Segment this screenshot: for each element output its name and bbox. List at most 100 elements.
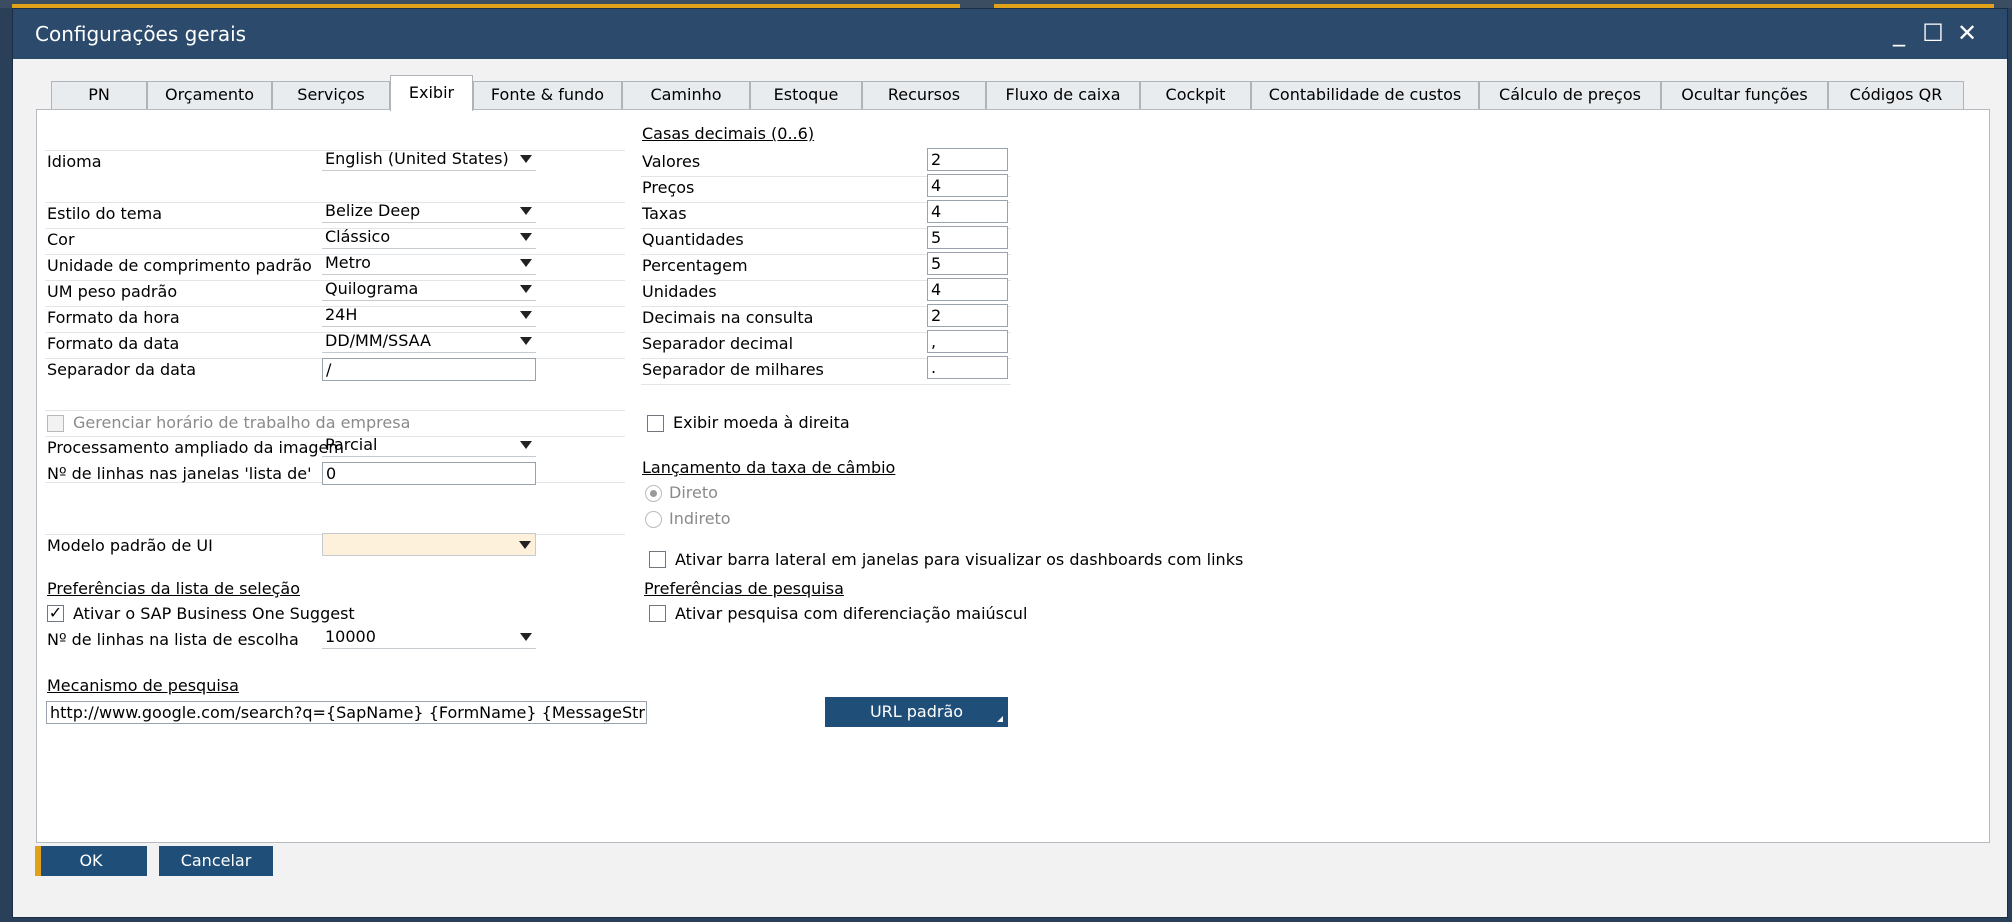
diferenciacao-checkbox[interactable] [649,605,666,622]
casas-decimais-heading: Casas decimais (0..6) [642,124,815,143]
decimal-quantidades-label: Quantidades [642,230,744,249]
formato-data-value: DD/MM/SSAA [325,331,431,350]
decimal-unidades-field[interactable]: 4 [927,278,1008,301]
tab-pn[interactable]: PN [51,81,147,109]
display-tab-panel: Idioma English (United States) Estilo do… [36,109,1990,843]
tab-recursos[interactable]: Recursos [862,81,986,109]
linhas-lista-escolha-select[interactable]: 10000 [322,626,536,649]
separador-decimal-field[interactable]: , [927,330,1008,353]
estilo-tema-select[interactable]: Belize Deep [322,200,536,223]
tab-fonte-fundo[interactable]: Fonte & fundo [473,81,622,109]
chevron-down-icon [520,441,532,449]
background-window-strip [0,0,2012,8]
chevron-down-icon [520,311,532,319]
general-settings-window: Configurações gerais _ ☐ ✕ PN Orçamento … [12,8,2008,918]
decimal-valores-label: Valores [642,152,701,171]
cor-select[interactable]: Clássico [322,226,536,249]
separador-milhares-label: Separador de milhares [642,360,824,379]
decimal-precos-field[interactable]: 4 [927,174,1008,197]
chevron-down-icon [520,633,532,641]
formato-data-label: Formato da data [47,334,180,353]
tab-codigos-qr[interactable]: Códigos QR [1828,81,1964,109]
decimal-percentagem-field[interactable]: 5 [927,252,1008,275]
preferencias-selecao-heading: Preferências da lista de seleção [47,579,300,598]
default-url-button[interactable]: URL padrão [825,697,1008,727]
barra-lateral-label: Ativar barra lateral em janelas para vis… [675,550,1244,569]
tab-calculo-precos[interactable]: Cálculo de preços [1479,81,1661,109]
um-peso-value: Quilograma [325,279,419,298]
cor-label: Cor [47,230,75,249]
modelo-ui-label: Modelo padrão de UI [47,536,213,555]
linhas-lista-escolha-value: 10000 [325,627,376,646]
separador-decimal-label: Separador decimal [642,334,794,353]
decimal-unidades-label: Unidades [642,282,717,301]
linhas-lista-de-field[interactable]: 0 [322,462,536,485]
cancel-button[interactable]: Cancelar [159,846,273,876]
decimal-quantidades-field[interactable]: 5 [927,226,1008,249]
um-peso-label: UM peso padrão [47,282,178,301]
ok-button[interactable]: OK [35,846,147,876]
formato-data-select[interactable]: DD/MM/SSAA [322,330,536,353]
chevron-down-icon [520,207,532,215]
gerenciar-horario-label: Gerenciar horário de trabalho da empresa [73,413,411,432]
ativar-suggest-checkbox[interactable]: ✓ [47,605,64,622]
exibir-moeda-label: Exibir moeda à direita [673,413,850,432]
formato-hora-value: 24H [325,305,358,324]
diferenciacao-label: Ativar pesquisa com diferenciação maiúsc… [675,604,1028,623]
tab-contabilidade-custos[interactable]: Contabilidade de custos [1251,81,1479,109]
chevron-down-icon [520,285,532,293]
row-divider [641,384,1011,385]
decimal-percentagem-label: Percentagem [642,256,748,275]
direto-label: Direto [669,483,718,502]
ativar-suggest-label: Ativar o SAP Business One Suggest [73,604,355,623]
unidade-comprimento-label: Unidade de comprimento padrão [47,256,312,275]
decimal-valores-field[interactable]: 2 [927,148,1008,171]
indireto-radio[interactable] [645,511,662,528]
barra-lateral-checkbox[interactable] [649,551,666,568]
idioma-value: English (United States) [325,149,509,168]
formato-hora-select[interactable]: 24H [322,304,536,327]
title-bar[interactable]: Configurações gerais _ ☐ ✕ [13,9,2007,59]
modelo-ui-select[interactable] [322,533,536,556]
tab-orcamento[interactable]: Orçamento [147,81,272,109]
separador-milhares-field[interactable]: . [927,356,1008,379]
formato-hora-label: Formato da hora [47,308,180,327]
cor-value: Clássico [325,227,391,246]
lancamento-taxa-heading: Lançamento da taxa de câmbio [642,458,896,477]
radio-dot [650,490,657,497]
maximize-icon[interactable]: ☐ [1918,17,1948,49]
chevron-down-icon [520,233,532,241]
unidade-comprimento-select[interactable]: Metro [322,252,536,275]
preferencias-pesquisa-heading: Preferências de pesquisa [644,579,844,598]
tab-servicos[interactable]: Serviços [272,81,390,109]
tab-exibir[interactable]: Exibir [390,75,473,111]
accent-bar [35,846,41,876]
processamento-imagem-label: Processamento ampliado da imagem [47,438,344,457]
tab-estoque[interactable]: Estoque [750,81,862,109]
close-icon[interactable]: ✕ [1952,17,1982,49]
linhas-lista-de-label: Nº de linhas nas janelas 'lista de' [47,464,312,483]
exibir-moeda-checkbox[interactable] [647,415,664,432]
tab-cockpit[interactable]: Cockpit [1140,81,1251,109]
separador-data-field[interactable]: / [322,358,536,381]
chevron-down-icon [519,541,531,549]
chevron-down-icon [520,259,532,267]
processamento-imagem-select[interactable]: Parcial [322,434,536,457]
search-engine-url-field[interactable]: http://www.google.com/search?q={SapName}… [46,701,647,724]
tab-fluxo-de-caixa[interactable]: Fluxo de caixa [986,81,1140,109]
gerenciar-horario-checkbox[interactable] [47,415,64,432]
idioma-select[interactable]: English (United States) [322,148,536,171]
um-peso-select[interactable]: Quilograma [322,278,536,301]
minimize-icon[interactable]: _ [1884,17,1914,49]
mecanismo-pesquisa-heading: Mecanismo de pesquisa [47,676,239,695]
estilo-tema-value: Belize Deep [325,201,421,220]
estilo-tema-label: Estilo do tema [47,204,163,223]
tab-ocultar-funcoes[interactable]: Ocultar funções [1661,81,1828,109]
ok-label: OK [79,851,103,870]
decimal-taxas-field[interactable]: 4 [927,200,1008,223]
window-title: Configurações gerais [35,22,247,46]
decimal-consulta-field[interactable]: 2 [927,304,1008,327]
decimal-consulta-label: Decimais na consulta [642,308,814,327]
direto-radio[interactable] [645,485,662,502]
tab-caminho[interactable]: Caminho [622,81,750,109]
